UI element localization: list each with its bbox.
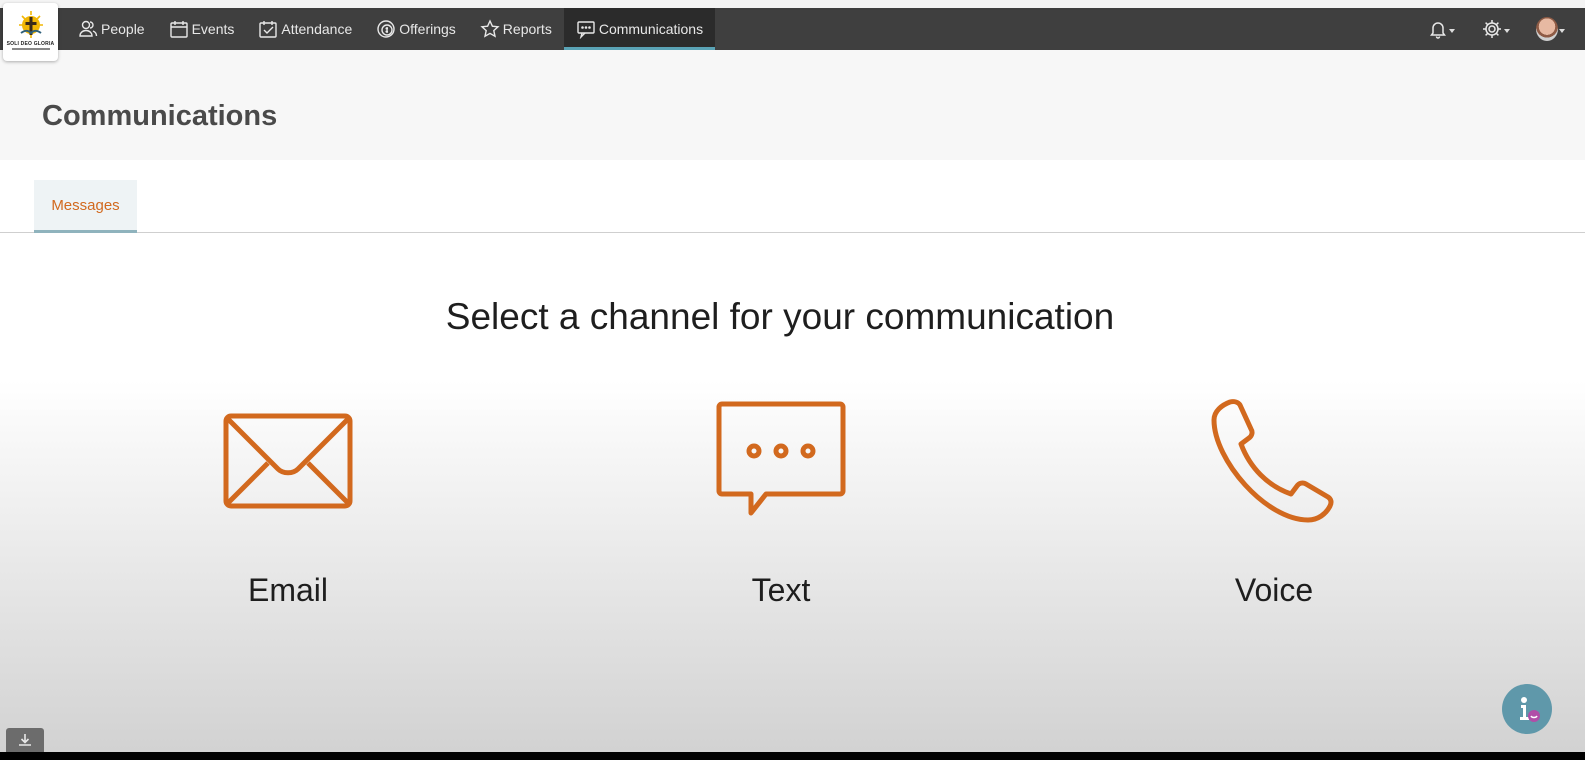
top-navbar: People Events Attendance Offerings Repor… (0, 8, 1585, 50)
notifications-button[interactable] (1428, 19, 1455, 39)
bell-icon (1430, 22, 1446, 39)
chevron-down-icon (1559, 29, 1565, 33)
nav-items: People Events Attendance Offerings Repor… (66, 8, 716, 50)
channel-text-icon-wrap (711, 396, 851, 526)
nav-item-people[interactable]: People (66, 8, 157, 50)
nav-item-communications[interactable]: Communications (563, 8, 716, 50)
nav-label-offerings: Offerings (399, 21, 456, 37)
logo-icon (18, 11, 43, 38)
channel-text-label: Text (751, 572, 811, 608)
nav-label-people: People (101, 21, 145, 37)
channel-email-label: Email (247, 572, 328, 608)
calendar-icon (169, 21, 188, 38)
user-menu-button[interactable] (1536, 17, 1565, 41)
checkbox-calendar-icon (259, 21, 278, 38)
nav-item-attendance[interactable]: Attendance (246, 8, 364, 50)
people-icon (79, 20, 98, 37)
nav-label-reports: Reports (502, 21, 552, 37)
speech-bubble-icon (716, 401, 846, 516)
channel-email-icon-wrap (218, 396, 358, 526)
tab-messages[interactable]: Messages (34, 180, 137, 233)
gear-icon (1483, 20, 1501, 38)
channel-text[interactable]: Text (661, 396, 901, 609)
nav-label-attendance: Attendance (281, 21, 353, 37)
nav-label-events: Events (191, 21, 235, 37)
nav-label-communications: Communications (598, 21, 704, 37)
channel-heading: Select a channel for your communication (445, 296, 1115, 337)
page-title: Communications (42, 100, 278, 132)
channel-email[interactable]: Email (168, 396, 408, 609)
logo-subtext-line (11, 48, 50, 50)
help-button[interactable] (1502, 684, 1552, 734)
phone-icon (1211, 399, 1334, 523)
browser-top-strip (0, 0, 1585, 8)
logo-text: SOLI DEO GLORIA (6, 41, 55, 47)
nav-item-offerings[interactable]: Offerings (364, 8, 468, 50)
chevron-down-icon (1504, 29, 1510, 33)
avatar (1536, 17, 1558, 41)
nav-item-events[interactable]: Events (157, 8, 247, 50)
nav-right-icons (1428, 8, 1565, 50)
settings-button[interactable] (1481, 18, 1510, 40)
channel-voice-label: Voice (1234, 572, 1314, 608)
page-header: Communications (0, 50, 1585, 160)
download-button[interactable] (6, 728, 44, 752)
info-chat-icon (1520, 697, 1540, 722)
chat-bubble-icon (577, 21, 595, 39)
chevron-down-icon (1449, 29, 1455, 33)
channel-voice[interactable]: Voice (1154, 396, 1394, 609)
star-icon (480, 19, 500, 38)
coin-icon (377, 20, 395, 38)
channel-voice-icon-wrap (1204, 396, 1344, 526)
app-screen: People Events Attendance Offerings Repor… (0, 0, 1585, 752)
download-icon (19, 734, 31, 746)
envelope-icon (223, 413, 353, 509)
church-logo[interactable]: SOLI DEO GLORIA (3, 3, 58, 61)
tab-bar: Messages (0, 180, 1585, 233)
nav-item-reports[interactable]: Reports (468, 8, 564, 50)
